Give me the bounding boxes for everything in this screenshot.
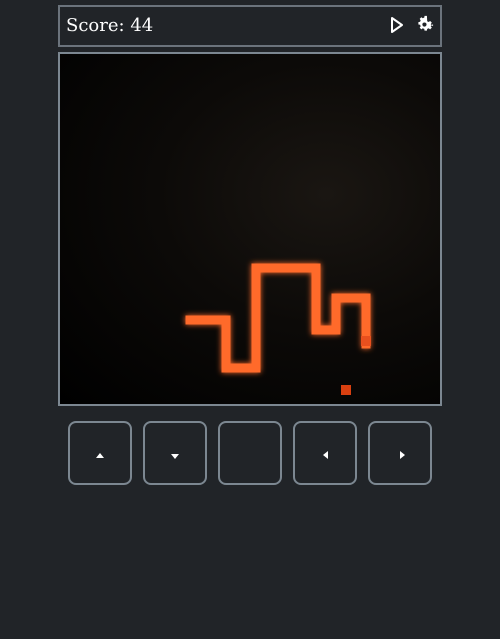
center-button[interactable] (218, 421, 282, 485)
right-button[interactable] (368, 421, 432, 485)
snake-head (361, 336, 371, 346)
food (341, 385, 351, 395)
arrow-up-icon (96, 453, 104, 458)
score-label: Score: (66, 15, 125, 36)
score-display: Score: 44 (66, 15, 153, 37)
score-value: 44 (130, 15, 154, 36)
arrow-down-icon (171, 454, 179, 459)
up-button[interactable] (68, 421, 132, 485)
game-canvas (185, 263, 371, 395)
game-board[interactable] (58, 52, 442, 406)
score-bar: Score: 44 (58, 5, 442, 47)
play-icon[interactable] (388, 15, 406, 35)
arrow-right-icon (400, 451, 405, 459)
snake (185, 263, 371, 373)
gear-icon[interactable] (414, 13, 436, 35)
left-button[interactable] (293, 421, 357, 485)
arrow-left-icon (323, 451, 328, 459)
down-button[interactable] (143, 421, 207, 485)
